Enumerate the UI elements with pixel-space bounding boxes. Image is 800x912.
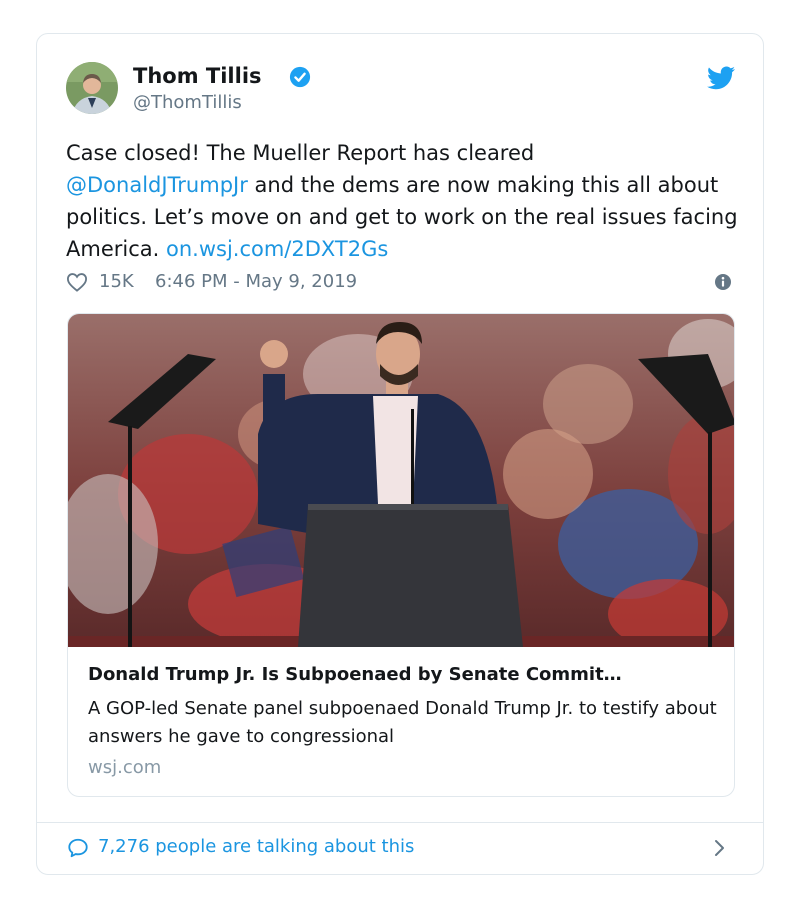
tweet-timestamp[interactable]: 6:46 PM - May 9, 2019: [155, 271, 357, 292]
link-preview-card[interactable]: Donald Trump Jr. Is Subpoenaed by Senate…: [67, 313, 735, 797]
like-count[interactable]: 15K: [99, 271, 134, 292]
tweet-text-part1: Case closed! The Mueller Report has clea…: [66, 141, 535, 165]
people-talking-link[interactable]: 7,276 people are talking about this: [98, 836, 414, 857]
info-icon[interactable]: [714, 273, 732, 291]
verified-badge-icon: [289, 66, 311, 88]
avatar[interactable]: [66, 62, 118, 114]
chevron-right-icon[interactable]: [712, 838, 728, 858]
comment-bubble-icon: [68, 838, 88, 858]
conversation-footer[interactable]: 7,276 people are talking about this: [37, 823, 763, 874]
author-name[interactable]: Thom Tillis: [133, 64, 262, 88]
tweet-url-link[interactable]: on.wsj.com/2DXT2Gs: [166, 237, 388, 261]
tweet-meta: 15K 6:46 PM - May 9, 2019: [66, 269, 734, 297]
heart-icon[interactable]: [66, 272, 88, 292]
tweet-text: Case closed! The Mueller Report has clea…: [66, 137, 746, 265]
tweet-card: Thom Tillis @ThomTillis Case closed! The…: [36, 33, 764, 875]
link-card-title[interactable]: Donald Trump Jr. Is Subpoenaed by Senate…: [88, 664, 718, 685]
article-photo[interactable]: [68, 314, 735, 647]
twitter-bird-icon[interactable]: [707, 66, 735, 90]
mention-link[interactable]: @DonaldJTrumpJr: [66, 173, 248, 197]
author-handle[interactable]: @ThomTillis: [133, 92, 242, 113]
link-card-description: A GOP-led Senate panel subpoenaed Donald…: [88, 698, 717, 747]
link-card-domain: wsj.com: [88, 757, 162, 778]
